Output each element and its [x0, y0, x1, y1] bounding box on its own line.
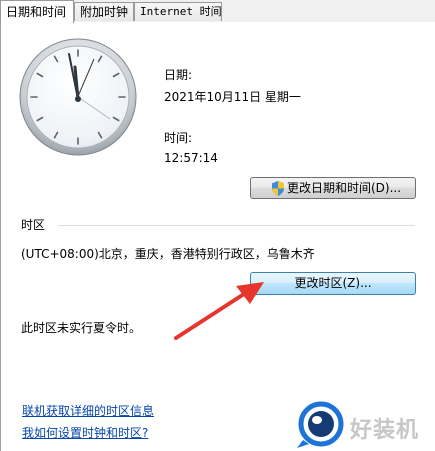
watermark: 好装机 — [295, 400, 435, 450]
change-timezone-button[interactable]: 更改时区(Z)... — [250, 272, 416, 295]
group-divider — [58, 225, 415, 226]
tab-strip: 日期和时间 附加时钟 Internet 时间 — [0, 0, 435, 23]
change-date-time-button[interactable]: 更改日期和时间(D)... — [250, 177, 416, 199]
tab-date-time[interactable]: 日期和时间 — [0, 0, 74, 23]
time-label: 时间: — [164, 131, 193, 145]
dst-note: 此时区未实行夏令时。 — [21, 321, 142, 335]
date-label: 日期: — [164, 68, 193, 82]
link-online-timezone-info[interactable]: 联机获取详细的时区信息 — [22, 402, 154, 419]
timezone-group-label: 时区 — [21, 218, 46, 232]
change-date-time-label: 更改日期和时间(D)... — [287, 181, 402, 195]
change-timezone-label: 更改时区(Z)... — [294, 276, 372, 290]
red-arrow-annotation — [174, 282, 264, 340]
analog-clock-icon — [19, 38, 137, 156]
tab-internet-time[interactable]: Internet 时间 — [134, 2, 222, 21]
watermark-text: 好装机 — [350, 418, 420, 443]
uac-shield-icon — [272, 181, 284, 196]
link-how-to-set-clock[interactable]: 我如何设置时钟和时区? — [22, 424, 148, 441]
date-value: 2021年10月11日 星期一 — [164, 90, 301, 104]
timezone-value: (UTC+08:00)北京，重庆，香港特别行政区，乌鲁木齐 — [21, 247, 315, 261]
time-value: 12:57:14 — [164, 151, 218, 165]
tab-additional-clocks[interactable]: 附加时钟 — [74, 2, 134, 21]
watermark-logo-icon — [297, 401, 344, 448]
